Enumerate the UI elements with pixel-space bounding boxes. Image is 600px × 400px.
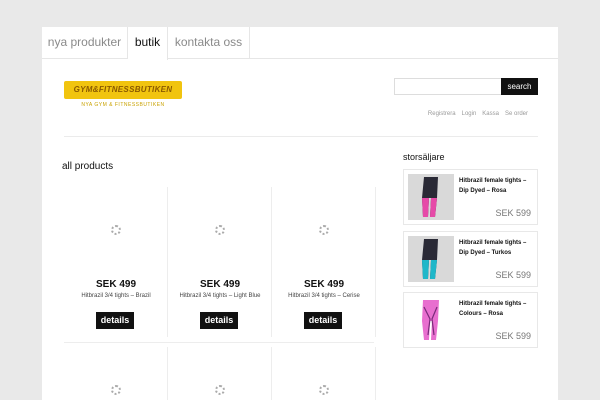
- tights-image: [408, 236, 454, 282]
- bestseller-item[interactable]: Hitbrazil female tights – Dip Dyed – Ros…: [403, 169, 538, 225]
- page-title: all products: [62, 161, 114, 172]
- link-kassa[interactable]: Kassa: [482, 109, 499, 119]
- bestseller-price: SEK 599: [495, 270, 531, 280]
- product-card[interactable]: SEK 499 Hitbrazil 3/4 tights – Light Blu…: [168, 187, 272, 337]
- product-card[interactable]: SEK 499 Hitbrazil 3/4 tights – Brazil de…: [64, 187, 168, 337]
- product-thumbnail[interactable]: [408, 174, 454, 220]
- product-card[interactable]: [168, 347, 272, 400]
- logo-tagline: NYA GYM & FITNESSBUTIKEN: [81, 102, 165, 108]
- search-button[interactable]: search: [501, 78, 538, 95]
- details-button[interactable]: details: [96, 312, 134, 329]
- bestseller-price: SEK 599: [495, 331, 531, 341]
- loading-spinner-icon: [111, 225, 121, 235]
- product-card[interactable]: [272, 347, 376, 400]
- product-name[interactable]: Hitbrazil 3/4 tights – Cerise: [272, 293, 376, 299]
- product-price: SEK 499: [95, 279, 137, 290]
- product-thumbnail[interactable]: [408, 297, 454, 343]
- row-divider: [64, 342, 374, 343]
- loading-spinner-icon: [319, 385, 329, 395]
- bestseller-price: SEK 599: [495, 208, 531, 218]
- tights-image: [408, 297, 454, 343]
- loading-spinner-icon: [319, 225, 329, 235]
- bestseller-title[interactable]: Hitbrazil female tights – Dip Dyed – Tur…: [459, 238, 535, 258]
- product-thumbnail[interactable]: [408, 236, 454, 282]
- nav-item-nya-produkter[interactable]: nya produkter: [42, 27, 128, 59]
- loading-spinner-icon: [215, 385, 225, 395]
- link-se-order[interactable]: Se order: [505, 109, 528, 119]
- loading-spinner-icon: [111, 385, 121, 395]
- tights-image: [408, 174, 454, 220]
- header-divider: [64, 136, 538, 137]
- sidebar-title: storsäljare: [403, 152, 445, 162]
- product-price: SEK 499: [199, 279, 241, 290]
- details-button[interactable]: details: [304, 312, 342, 329]
- bestseller-item[interactable]: Hitbrazil female tights – Dip Dyed – Tur…: [403, 231, 538, 287]
- site-logo[interactable]: GYM&FITNESSBUTIKEN: [64, 81, 182, 99]
- product-card[interactable]: SEK 499 Hitbrazil 3/4 tights – Cerise de…: [272, 187, 376, 337]
- nav-item-kontakta-oss[interactable]: kontakta oss: [168, 27, 250, 59]
- bestseller-title[interactable]: Hitbrazil female tights – Dip Dyed – Ros…: [459, 176, 535, 196]
- product-price: SEK 499: [303, 279, 345, 290]
- search-input[interactable]: [394, 78, 502, 95]
- nav-item-butik[interactable]: butik: [128, 27, 168, 60]
- top-nav: nya produkter butik kontakta oss: [42, 27, 558, 60]
- bestseller-item[interactable]: Hitbrazil female tights – Colours – Rosa…: [403, 292, 538, 348]
- bestseller-title[interactable]: Hitbrazil female tights – Colours – Rosa: [459, 299, 535, 319]
- account-links: Registrera Login Kassa Se order: [428, 109, 528, 119]
- product-name[interactable]: Hitbrazil 3/4 tights – Brazil: [64, 293, 168, 299]
- product-name[interactable]: Hitbrazil 3/4 tights – Light Blue: [168, 293, 272, 299]
- product-card[interactable]: [64, 347, 168, 400]
- page-container: nya produkter butik kontakta oss GYM&FIT…: [42, 27, 558, 400]
- details-button[interactable]: details: [200, 312, 238, 329]
- loading-spinner-icon: [215, 225, 225, 235]
- link-login[interactable]: Login: [462, 109, 477, 119]
- link-registrera[interactable]: Registrera: [428, 109, 456, 119]
